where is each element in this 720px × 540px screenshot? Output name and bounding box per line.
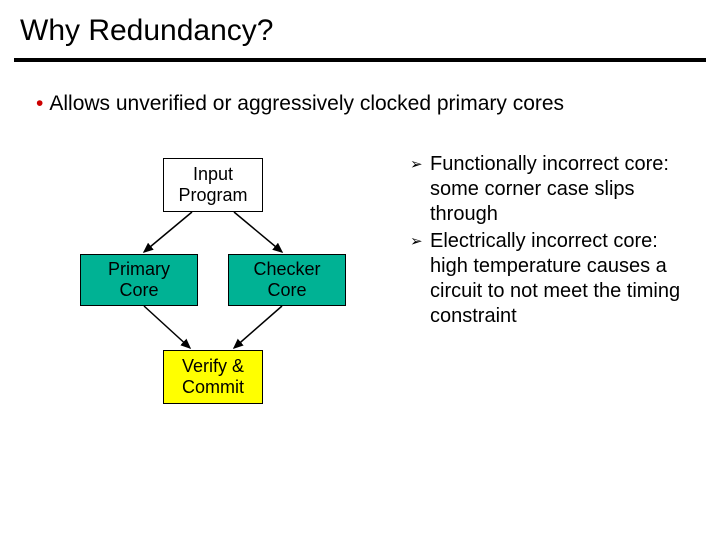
right-bullet-list: ➢ Functionally incorrect core: some corn… — [410, 152, 700, 331]
list-item: ➢ Electrically incorrect core: high temp… — [410, 229, 700, 329]
input-program-label: InputProgram — [178, 164, 247, 205]
main-bullet: •Allows unverified or aggressively clock… — [0, 62, 720, 116]
verify-commit-box: Verify &Commit — [163, 350, 263, 404]
page-title: Why Redundancy? — [0, 0, 720, 54]
primary-core-box: PrimaryCore — [80, 254, 198, 306]
list-item-text: Functionally incorrect core: some corner… — [430, 152, 700, 227]
triangle-bullet-icon: ➢ — [410, 229, 430, 329]
verify-commit-label: Verify &Commit — [182, 356, 244, 397]
bullet-marker: • — [36, 92, 49, 115]
triangle-bullet-icon: ➢ — [410, 152, 430, 227]
bullet-text: Allows unverified or aggressively clocke… — [49, 92, 564, 115]
checker-core-label: CheckerCore — [253, 259, 320, 300]
checker-core-box: CheckerCore — [228, 254, 346, 306]
list-item: ➢ Functionally incorrect core: some corn… — [410, 152, 700, 227]
primary-core-label: PrimaryCore — [108, 259, 170, 300]
list-item-text: Electrically incorrect core: high temper… — [430, 229, 700, 329]
input-program-box: InputProgram — [163, 158, 263, 212]
content-area: InputProgram PrimaryCore CheckerCore Ver… — [0, 116, 720, 476]
